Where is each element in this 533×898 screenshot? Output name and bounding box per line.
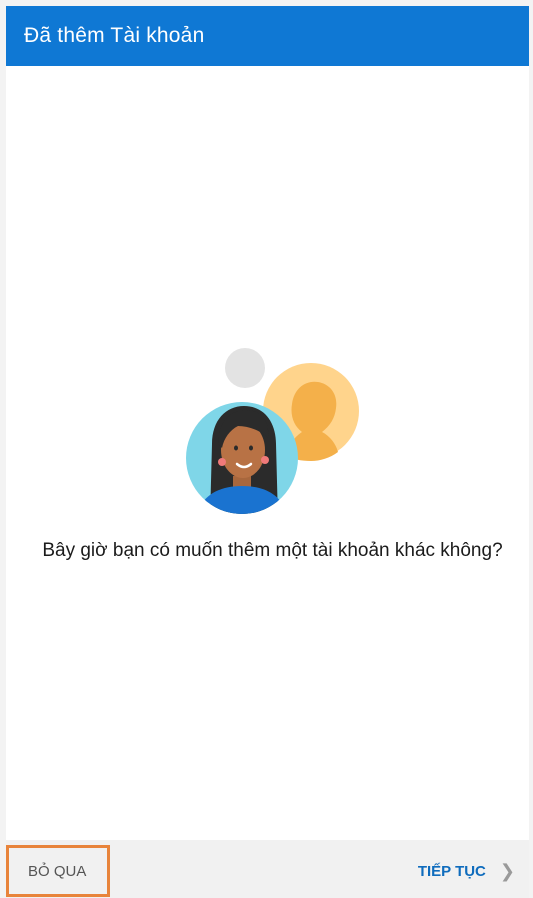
add-another-account-prompt: Bây giờ bạn có muốn thêm một tài khoản k…	[42, 540, 503, 561]
chevron-right-icon: ❯	[499, 860, 515, 881]
placeholder-circle	[225, 348, 265, 388]
app-bar: Đã thêm Tài khoản	[6, 6, 529, 66]
add-account-screen: Đã thêm Tài khoản Bây giờ bạn có muốn th…	[0, 0, 533, 898]
continue-button[interactable]: TIẾP TỤC ❯	[418, 846, 515, 896]
page-title: Đã thêm Tài khoản	[24, 24, 205, 47]
skip-button[interactable]: BỎ QUA	[6, 845, 110, 897]
multiple-accounts-illustration-icon	[186, 348, 359, 514]
skip-button-label: BỎ QUA	[28, 862, 87, 880]
continue-button-label: TIẾP TỤC	[417, 862, 486, 880]
